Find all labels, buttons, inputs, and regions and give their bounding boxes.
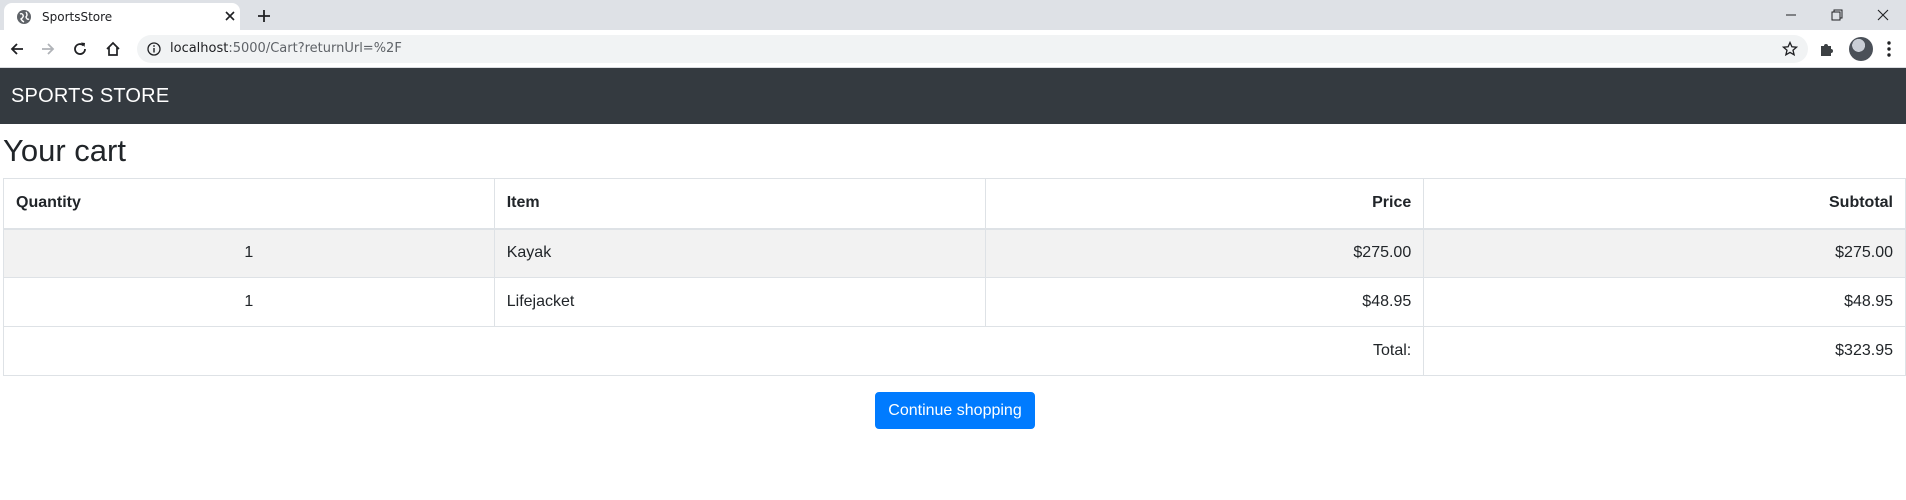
header-quantity: Quantity <box>3 178 495 230</box>
table-header-row: Quantity Item Price Subtotal <box>3 178 1906 230</box>
new-tab-icon[interactable] <box>252 4 276 28</box>
close-tab-icon[interactable] <box>221 7 239 25</box>
total-value: $323.95 <box>1423 326 1906 376</box>
globe-icon <box>16 9 32 25</box>
home-icon[interactable] <box>101 37 125 61</box>
cell-price: $48.95 <box>985 277 1425 327</box>
tab-title: SportsStore <box>42 10 113 24</box>
info-icon[interactable] <box>147 42 161 56</box>
restore-icon[interactable] <box>1814 0 1860 30</box>
header-subtotal: Subtotal <box>1423 178 1906 230</box>
page-title: Your cart <box>3 133 126 168</box>
header-item: Item <box>493 178 987 230</box>
site-navbar: SPORTS STORE <box>0 68 1906 124</box>
cell-quantity: 1 <box>3 228 495 278</box>
reload-icon[interactable] <box>68 37 92 61</box>
browser-tabstrip: SportsStore <box>0 0 1906 30</box>
cart-table-header: Quantity Item Price Subtotal <box>3 178 1906 230</box>
browser-tab[interactable]: SportsStore <box>4 3 240 30</box>
close-window-icon[interactable] <box>1860 0 1906 30</box>
cart-table: Quantity Item Price Subtotal 1 Kayak $27… <box>2 178 1906 376</box>
total-row: Total: $323.95 <box>2 326 1906 376</box>
browser-toolbar: localhost:5000/Cart?returnUrl=%2F <box>0 30 1906 68</box>
header-price: Price <box>985 178 1425 230</box>
table-row: 1 Lifejacket $48.95 $48.95 <box>3 277 1906 327</box>
cell-price: $275.00 <box>985 228 1425 278</box>
extensions-puzzle-icon[interactable] <box>1818 40 1836 58</box>
total-label: Total: <box>2 326 1425 376</box>
address-bar[interactable]: localhost:5000/Cart?returnUrl=%2F <box>137 35 1808 63</box>
table-row: 1 Kayak $275.00 $275.00 <box>3 228 1906 278</box>
cart-table-body: 1 Kayak $275.00 $275.00 1 Lifejacket $48… <box>3 228 1906 327</box>
cell-item: Kayak <box>493 228 987 278</box>
minimize-icon[interactable] <box>1768 0 1814 30</box>
url-path: :5000/Cart?returnUrl=%2F <box>228 41 402 56</box>
cell-subtotal: $48.95 <box>1423 277 1906 327</box>
url-host: localhost <box>170 41 229 56</box>
profile-avatar[interactable] <box>1849 37 1873 61</box>
forward-arrow-icon[interactable] <box>36 37 60 61</box>
url-text[interactable]: localhost:5000/Cart?returnUrl=%2F <box>170 41 402 56</box>
back-arrow-icon[interactable] <box>5 37 29 61</box>
continue-shopping-button[interactable]: Continue shopping <box>875 392 1035 429</box>
bookmark-star-icon[interactable] <box>1781 40 1799 57</box>
brand-title[interactable]: SPORTS STORE <box>11 85 169 108</box>
cell-item: Lifejacket <box>493 277 987 327</box>
cart-table-footer: Total: $323.95 <box>2 326 1906 376</box>
cell-quantity: 1 <box>3 277 495 327</box>
more-menu-icon[interactable] <box>1886 40 1892 58</box>
cell-subtotal: $275.00 <box>1423 228 1906 278</box>
